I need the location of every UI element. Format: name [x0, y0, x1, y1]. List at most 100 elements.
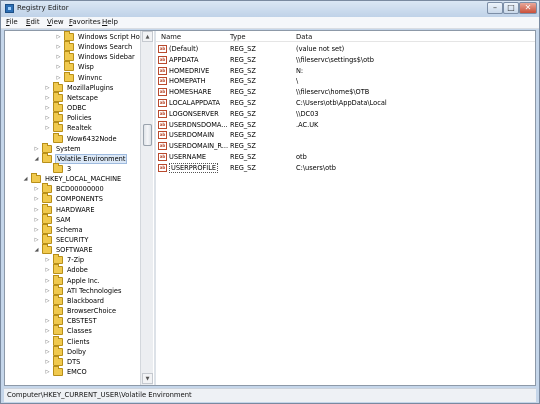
value-row[interactable]: ab USERPROFILE REG_SZ C:\users\otb	[156, 162, 535, 173]
tree-node[interactable]: ▷ Clients	[5, 335, 140, 347]
tree-node[interactable]: ▷ MozillaPlugins	[5, 81, 140, 93]
value-row[interactable]: ab LOCALAPPDATA REG_SZ C:\Users\otb\AppData…	[156, 98, 535, 108]
value-name[interactable]: (Default)	[169, 44, 198, 54]
value-row[interactable]: ab APPDATA REG_SZ \\fileservc\settings$\otb	[156, 55, 535, 65]
expand-arrow-icon[interactable]: ▷	[44, 368, 51, 376]
expand-arrow-icon[interactable]: ▷	[33, 145, 40, 153]
column-header-type[interactable]: Type	[230, 33, 246, 41]
tree-node-label[interactable]: BrowserChoice	[66, 306, 117, 316]
tree-node-label[interactable]: HKEY_LOCAL_MACHINE	[44, 174, 122, 184]
tree-node-label[interactable]: Dolby	[66, 347, 87, 357]
tree-node-label[interactable]: CBSTEST	[66, 316, 98, 326]
tree-node-label[interactable]: EMCO	[66, 367, 88, 377]
tree-node-label[interactable]: Classes	[66, 326, 93, 336]
tree-node-label[interactable]: SAM	[55, 215, 72, 225]
value-name[interactable]: USERNAME	[169, 152, 206, 162]
tree-node-label[interactable]: System	[55, 144, 82, 154]
tree-node-label[interactable]: HARDWARE	[55, 205, 96, 215]
tree-node-label[interactable]: Wisp	[77, 62, 95, 72]
menu-file[interactable]: File	[6, 18, 18, 26]
tree-node[interactable]: 3	[5, 162, 140, 174]
tree-vertical-scrollbar[interactable]: ▲ ▼	[140, 31, 153, 385]
value-name[interactable]: HOMEDRIVE	[169, 66, 209, 76]
expand-arrow-icon[interactable]: ▷	[44, 338, 51, 346]
minimize-button[interactable]: –	[487, 2, 503, 14]
value-row[interactable]: ab USERNAME REG_SZ otb	[156, 152, 535, 162]
menu-edit[interactable]: Edit	[26, 18, 40, 26]
tree-node[interactable]: ▷ Adobe	[5, 264, 140, 275]
expand-arrow-icon[interactable]: ▷	[44, 327, 51, 335]
expand-arrow-icon[interactable]: ▷	[33, 216, 40, 224]
tree-node[interactable]: ▷ System	[5, 142, 140, 154]
expand-arrow-icon[interactable]: ▷	[44, 84, 51, 92]
tree-node-label[interactable]: Realtek	[66, 123, 93, 133]
expand-arrow-icon[interactable]: ▷	[44, 104, 51, 112]
tree-node[interactable]: ▷ Apple Inc.	[5, 274, 140, 286]
tree-node[interactable]: ▷ Wisp	[5, 61, 140, 72]
tree-node-label[interactable]: SOFTWARE	[55, 245, 94, 255]
menu-view[interactable]: View	[47, 18, 64, 26]
expand-arrow-icon[interactable]: ▷	[44, 94, 51, 102]
collapse-arrow-icon[interactable]: ◢	[33, 246, 40, 254]
menu-help[interactable]: Help	[102, 18, 118, 26]
menu-favorites[interactable]: Favorites	[69, 18, 101, 26]
expand-arrow-icon[interactable]: ▷	[33, 185, 40, 193]
tree-node[interactable]: ▷ ATI Technologies	[5, 284, 140, 296]
value-row[interactable]: ab USERDOMAIN_R... REG_SZ	[156, 141, 535, 151]
expand-arrow-icon[interactable]: ▷	[44, 277, 51, 285]
value-name[interactable]: APPDATA	[169, 55, 198, 65]
tree-node[interactable]: ◢ SOFTWARE	[5, 244, 140, 255]
tree-node-label[interactable]: 7-Zip	[66, 255, 85, 265]
tree-node-label[interactable]: 3	[66, 164, 72, 174]
collapse-arrow-icon[interactable]: ◢	[33, 155, 40, 163]
value-row[interactable]: ab USERDNSDOMA... REG_SZ .AC.UK	[156, 120, 535, 130]
tree-node-label[interactable]: Apple Inc.	[66, 276, 101, 286]
tree-node[interactable]: ▷ Policies	[5, 112, 140, 123]
expand-arrow-icon[interactable]: ▷	[44, 256, 51, 264]
tree-node-label[interactable]: Wow6432Node	[66, 134, 118, 144]
expand-arrow-icon[interactable]: ▷	[33, 206, 40, 214]
value-name[interactable]: USERDNSDOMA...	[169, 120, 228, 130]
tree-node[interactable]: ▷ Windows Script Host	[5, 31, 140, 42]
tree-node-label[interactable]: Windows Script Host	[77, 32, 140, 42]
tree-node-label[interactable]: DTS	[66, 357, 81, 367]
tree-node-label[interactable]: Blackboard	[66, 296, 105, 306]
value-name[interactable]: LOGONSERVER	[169, 109, 219, 119]
tree-node-label[interactable]: ATI Technologies	[66, 286, 122, 296]
tree-node[interactable]: ▷ Realtek	[5, 122, 140, 133]
tree-node[interactable]: ▷ ODBC	[5, 102, 140, 113]
expand-arrow-icon[interactable]: ▷	[44, 348, 51, 356]
expand-arrow-icon[interactable]: ▷	[33, 236, 40, 244]
value-name[interactable]: LOCALAPPDATA	[169, 98, 220, 108]
tree-node[interactable]: ▷ Dolby	[5, 345, 140, 357]
tree-node[interactable]: ▷ Windows Sidebar	[5, 51, 140, 62]
registry-values-list[interactable]: Name Type Data ab (Default) REG_SZ (value n…	[156, 31, 535, 385]
value-name[interactable]: USERPROFILE	[169, 162, 219, 173]
value-row[interactable]: ab HOMEDRIVE REG_SZ N:	[156, 66, 535, 76]
expand-arrow-icon[interactable]: ▷	[44, 266, 51, 274]
value-row[interactable]: ab HOMEPATH REG_SZ \	[156, 76, 535, 86]
scroll-up-arrow-icon[interactable]: ▲	[142, 31, 153, 42]
expand-arrow-icon[interactable]: ▷	[55, 74, 62, 82]
value-row[interactable]: ab HOMESHARE REG_SZ \\fileservc\home$\OTB	[156, 87, 535, 97]
tree-node[interactable]: ▷ DTS	[5, 355, 140, 367]
expand-arrow-icon[interactable]: ▷	[55, 53, 62, 61]
tree-node[interactable]: ▷ Schema	[5, 223, 140, 235]
tree-node[interactable]: ▷ SECURITY	[5, 234, 140, 245]
tree-node[interactable]: ▷ Netscape	[5, 91, 140, 103]
expand-arrow-icon[interactable]: ▷	[44, 297, 51, 305]
maximize-button[interactable]: □	[503, 2, 519, 14]
column-header-data[interactable]: Data	[296, 33, 312, 41]
title-bar[interactable]: Registry Editor – □ ✕	[1, 1, 539, 17]
close-button[interactable]: ✕	[519, 2, 537, 14]
tree-node-label[interactable]: ODBC	[66, 103, 87, 113]
value-name[interactable]: HOMESHARE	[169, 87, 211, 97]
value-name[interactable]: USERDOMAIN_R...	[169, 141, 228, 151]
tree-node[interactable]: ▷ SAM	[5, 213, 140, 225]
tree-node[interactable]: ▷ Winvnc	[5, 71, 140, 83]
tree-node[interactable]: ▷ HARDWARE	[5, 203, 140, 215]
tree-node[interactable]: ▷ COMPONENTS	[5, 193, 140, 204]
tree-node-label[interactable]: Windows Sidebar	[77, 52, 136, 62]
expand-arrow-icon[interactable]: ▷	[44, 124, 51, 132]
tree-node-label[interactable]: Volatile Environment	[55, 153, 128, 164]
